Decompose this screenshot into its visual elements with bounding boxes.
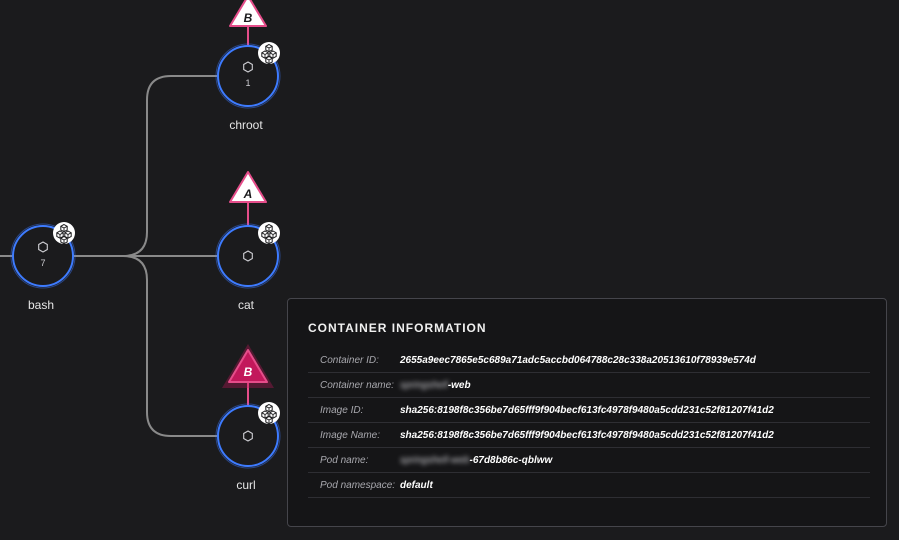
node-label-curl: curl bbox=[236, 478, 256, 492]
node-curl[interactable] bbox=[215, 402, 281, 469]
info-row-container-name: Container name: springshell-web bbox=[308, 373, 870, 398]
info-key: Image ID: bbox=[320, 404, 364, 416]
alert-chroot[interactable]: B bbox=[229, 0, 267, 27]
container-cubes-icon bbox=[258, 402, 280, 425]
node-label-chroot: chroot bbox=[229, 118, 263, 132]
container-info-table: Container ID: 2655a9eec7865e5c689a71adc5… bbox=[308, 348, 870, 498]
edge-bash-curl bbox=[74, 255, 217, 437]
alert-letter: B bbox=[244, 365, 253, 379]
container-id-value[interactable]: 2655a9eec7865e5c689a71adc5accbd064788c28… bbox=[400, 355, 756, 366]
container-name-value[interactable]: springshell-web bbox=[400, 380, 471, 391]
image-id-value[interactable]: sha256:8198f8c356be7d65fff9f904becf613fc… bbox=[400, 405, 774, 416]
node-count: 7 bbox=[40, 258, 45, 268]
node-bash[interactable]: 7 bbox=[10, 222, 76, 289]
info-key: Container ID: bbox=[320, 354, 379, 366]
edge-bash-chroot bbox=[74, 75, 217, 257]
image-name-value[interactable]: sha256:8198f8c356be7d65fff9f904becf613fc… bbox=[400, 430, 774, 441]
info-key: Image Name: bbox=[320, 429, 381, 441]
container-cubes-icon bbox=[258, 222, 280, 245]
node-chroot[interactable]: 1 bbox=[215, 42, 281, 109]
node-count: 1 bbox=[245, 78, 250, 88]
pod-name-value[interactable]: springshell-web-67d8b86c-qblww bbox=[400, 455, 552, 466]
info-key: Pod name: bbox=[320, 454, 369, 466]
info-row-container-id: Container ID: 2655a9eec7865e5c689a71adc5… bbox=[308, 348, 870, 373]
info-row-pod-name: Pod name: springshell-web-67d8b86c-qblww bbox=[308, 448, 870, 473]
info-row-pod-namespace: Pod namespace: default bbox=[308, 473, 870, 498]
alert-letter: A bbox=[243, 187, 253, 201]
info-key: Container name: bbox=[320, 379, 394, 391]
node-cat[interactable] bbox=[215, 222, 281, 289]
node-label-cat: cat bbox=[237, 298, 254, 312]
info-key: Pod namespace: bbox=[320, 479, 396, 491]
pod-namespace-value[interactable]: default bbox=[400, 480, 433, 491]
alert-cat[interactable]: A bbox=[229, 171, 267, 203]
container-cubes-icon bbox=[258, 42, 280, 65]
container-cubes-icon bbox=[53, 222, 75, 245]
info-row-image-id: Image ID: sha256:8198f8c356be7d65fff9f90… bbox=[308, 398, 870, 423]
alert-curl[interactable]: B bbox=[222, 344, 274, 388]
alert-letter: B bbox=[244, 11, 253, 25]
container-name-suffix: -web bbox=[447, 379, 471, 391]
redacted-text: springshell-web bbox=[400, 454, 470, 466]
panel-title: CONTAINER INFORMATION bbox=[308, 321, 487, 335]
info-row-image-name: Image Name: sha256:8198f8c356be7d65fff9f… bbox=[308, 423, 870, 448]
container-information-panel: CONTAINER INFORMATION Container ID: 2655… bbox=[287, 298, 887, 527]
pod-name-suffix: -67d8b86c-qblww bbox=[469, 454, 553, 466]
node-label-bash: bash bbox=[27, 298, 55, 312]
redacted-text: springshell bbox=[400, 379, 448, 391]
